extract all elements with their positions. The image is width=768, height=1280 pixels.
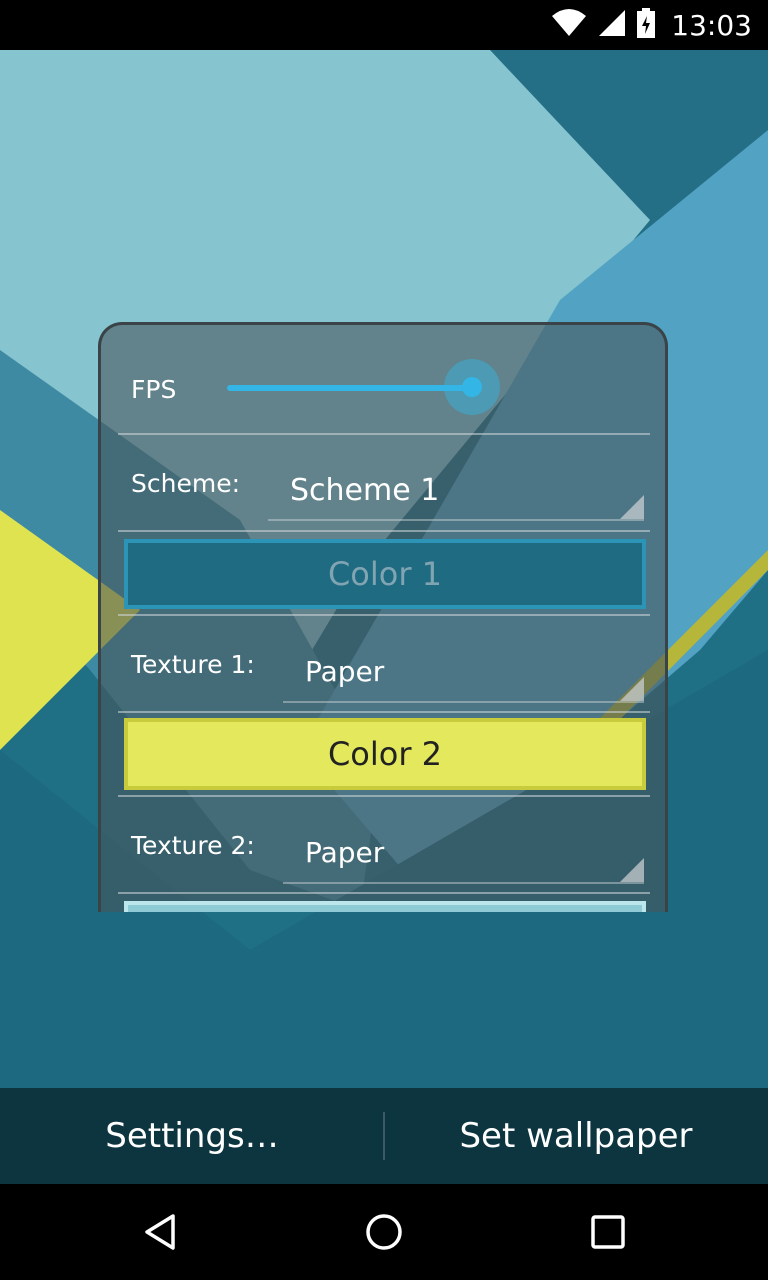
texture1-label: Texture 1: <box>131 650 255 679</box>
back-icon[interactable] <box>130 1202 190 1262</box>
status-time: 13:03 <box>671 8 752 42</box>
texture2-spinner[interactable]: Paper <box>283 828 644 884</box>
settings-button[interactable]: Settings… <box>0 1088 384 1184</box>
texture2-label: Texture 2: <box>131 831 255 860</box>
signal-icon <box>597 8 627 43</box>
spinner-arrow-icon <box>620 495 644 519</box>
set-wallpaper-button[interactable]: Set wallpaper <box>384 1088 768 1184</box>
divider <box>118 795 650 797</box>
color1-button[interactable]: Color 1 <box>124 539 646 609</box>
status-icons: 13:03 <box>551 0 752 50</box>
wifi-icon <box>551 8 587 43</box>
fps-slider-thumb[interactable] <box>462 377 482 397</box>
divider <box>118 530 650 532</box>
navigation-bar <box>0 1184 768 1280</box>
texture1-spinner[interactable]: Paper <box>283 647 644 703</box>
divider <box>118 614 650 616</box>
color3-button[interactable] <box>124 901 646 912</box>
spinner-arrow-icon <box>620 858 644 882</box>
divider <box>118 892 650 894</box>
scheme-value: Scheme 1 <box>290 473 440 508</box>
fps-label: FPS <box>131 375 177 404</box>
battery-charging-icon <box>637 7 656 43</box>
status-bar: 13:03 <box>0 0 768 50</box>
divider <box>118 711 650 713</box>
action-divider <box>383 1112 385 1160</box>
scheme-label: Scheme: <box>131 469 240 498</box>
texture2-value: Paper <box>305 836 385 869</box>
action-bar: Settings… Set wallpaper <box>0 1088 768 1184</box>
divider <box>118 433 650 435</box>
home-icon[interactable] <box>354 1202 414 1262</box>
settings-panel: FPS Scheme: Scheme 1 Color 1 Texture 1: … <box>98 322 668 912</box>
scheme-spinner[interactable]: Scheme 1 <box>268 465 644 521</box>
color2-button[interactable]: Color 2 <box>124 718 646 790</box>
spinner-arrow-icon <box>620 677 644 701</box>
fps-slider-track[interactable] <box>227 385 472 391</box>
recents-icon[interactable] <box>578 1202 638 1262</box>
texture1-value: Paper <box>305 655 385 688</box>
